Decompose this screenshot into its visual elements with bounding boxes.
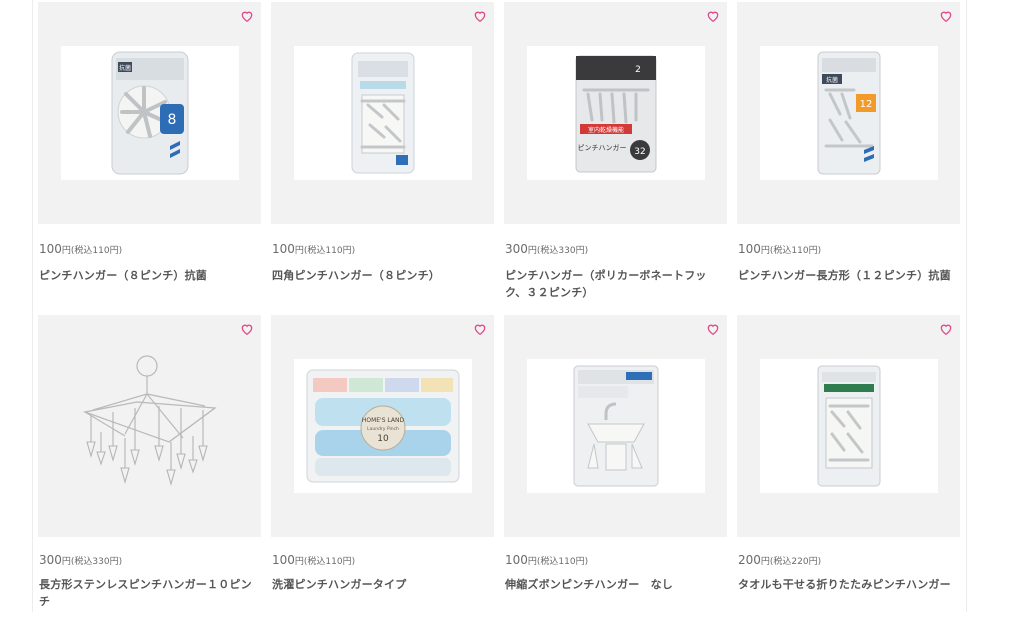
product-image-area[interactable] — [737, 315, 960, 537]
price-tax-included: (税込330円) — [536, 246, 589, 256]
pkg-brand-text: HOME'S LAND — [361, 417, 404, 424]
favorite-heart-icon[interactable] — [473, 9, 487, 23]
product-image-area[interactable]: 抗菌 8 — [38, 2, 261, 224]
price-yen: 円 — [760, 246, 770, 256]
product-package-image: HOME'S LAND Laundry Pinch 10 — [306, 369, 459, 483]
product-card[interactable]: 100円(税込110円) 伸縮ズボンピンチハンガー なし — [504, 312, 727, 624]
price-yen: 円 — [61, 557, 71, 567]
product-image-area[interactable] — [504, 315, 727, 537]
favorite-heart-icon[interactable] — [706, 322, 720, 336]
product-card[interactable]: 300円(税込330円) 長方形ステンレスピンチハンガー１０ピンチ — [38, 312, 261, 624]
price-tax-included: (税込110円) — [769, 246, 822, 256]
pkg-band-text: 室内乾燥機能 — [587, 126, 623, 134]
favorite-heart-icon[interactable] — [939, 9, 953, 23]
price-amount: 100 — [39, 242, 62, 256]
price-tax-included: (税込110円) — [303, 557, 356, 567]
product-card[interactable]: 抗菌 8 100円(税込110円) ピンチハンガー（８ピンチ）抗菌 — [38, 0, 261, 312]
pkg-count-text: 12 — [859, 99, 872, 110]
price-yen: 円 — [760, 557, 770, 567]
product-image[interactable] — [759, 359, 938, 493]
price-yen: 円 — [294, 557, 304, 567]
product-image[interactable] — [293, 46, 472, 180]
product-package-image: 抗菌 8 — [111, 51, 188, 175]
product-card[interactable]: 100円(税込110円) 四角ピンチハンガー（８ピンチ） — [271, 0, 494, 312]
price-tax-included: (税込220円) — [769, 557, 822, 567]
price-yen: 円 — [61, 246, 71, 256]
product-name[interactable]: 長方形ステンレスピンチハンガー１０ピンチ — [39, 576, 261, 610]
product-package-image — [573, 365, 658, 487]
product-image-area[interactable]: 抗菌 12 — [737, 2, 960, 224]
pkg-badge-text: 抗菌 — [118, 64, 130, 72]
pkg-count-text: 32 — [634, 147, 645, 157]
price-yen: 円 — [527, 557, 537, 567]
product-image-area[interactable]: HOME'S LAND Laundry Pinch 10 — [271, 315, 494, 537]
product-card[interactable]: 2 室内乾燥機能 ピンチハンガー 32 300円(税込330円) ピンチハンガー… — [504, 0, 727, 312]
product-image[interactable] — [526, 359, 705, 493]
pkg-count-text: 10 — [377, 434, 389, 444]
favorite-heart-icon[interactable] — [240, 9, 254, 23]
product-name[interactable]: ピンチハンガー（８ピンチ）抗菌 — [39, 267, 261, 284]
product-name[interactable]: ピンチハンガー（ポリカーボネートフック、３２ピンチ） — [505, 267, 727, 301]
price-tax-included: (税込110円) — [536, 557, 589, 567]
favorite-heart-icon[interactable] — [240, 322, 254, 336]
favorite-heart-icon[interactable] — [473, 322, 487, 336]
product-price: 100円(税込110円) — [272, 242, 494, 258]
svg-text:2: 2 — [635, 65, 641, 75]
product-image[interactable]: HOME'S LAND Laundry Pinch 10 — [293, 359, 472, 493]
favorite-heart-icon[interactable] — [939, 322, 953, 336]
product-price: 300円(税込330円) — [39, 553, 261, 569]
product-grid: 抗菌 8 100円(税込110円) ピンチハンガー（８ピンチ）抗菌 100円(税… — [38, 0, 961, 624]
product-name[interactable]: 伸縮ズボンピンチハンガー なし — [505, 576, 727, 593]
price-amount: 100 — [738, 242, 761, 256]
price-amount: 300 — [39, 553, 62, 567]
product-price: 100円(税込110円) — [272, 553, 494, 569]
price-tax-included: (税込110円) — [70, 246, 123, 256]
product-price: 200円(税込220円) — [738, 553, 960, 569]
price-amount: 100 — [272, 553, 295, 567]
price-yen: 円 — [527, 246, 537, 256]
product-name[interactable]: ピンチハンガー長方形（１２ピンチ）抗菌 — [738, 267, 960, 284]
product-package-image — [817, 365, 880, 487]
product-package-image: 抗菌 12 — [817, 51, 880, 175]
product-image-area[interactable] — [38, 315, 261, 537]
favorite-heart-icon[interactable] — [706, 9, 720, 23]
product-package-image — [351, 52, 414, 174]
product-image-area[interactable]: 2 室内乾燥機能 ピンチハンガー 32 — [504, 2, 727, 224]
product-name[interactable]: 洗濯ピンチハンガータイプ — [272, 576, 494, 593]
price-yen: 円 — [294, 246, 304, 256]
price-amount: 300 — [505, 242, 528, 256]
product-image[interactable]: 抗菌 8 — [60, 46, 239, 180]
price-amount: 100 — [272, 242, 295, 256]
product-image-area[interactable] — [271, 2, 494, 224]
product-price: 100円(税込110円) — [39, 242, 261, 258]
product-name[interactable]: タオルも干せる折りたたみピンチハンガー — [738, 576, 960, 593]
product-image[interactable]: 抗菌 12 — [759, 46, 938, 180]
product-name[interactable]: 四角ピンチハンガー（８ピンチ） — [272, 267, 494, 284]
product-card[interactable]: 200円(税込220円) タオルも干せる折りたたみピンチハンガー — [737, 312, 960, 624]
pkg-badge-text: 抗菌 — [825, 76, 837, 84]
pkg-label-text: ピンチハンガー — [577, 143, 626, 152]
price-tax-included: (税込330円) — [70, 557, 123, 567]
product-image[interactable] — [38, 315, 261, 537]
product-image[interactable]: 2 室内乾燥機能 ピンチハンガー 32 — [526, 46, 705, 180]
pkg-sub-text: Laundry Pinch — [367, 426, 399, 432]
product-package-image: 2 室内乾燥機能 ピンチハンガー 32 — [575, 55, 656, 173]
product-card[interactable]: HOME'S LAND Laundry Pinch 10 100円(税込110円… — [271, 312, 494, 624]
product-package-image — [82, 355, 217, 487]
pkg-count-text: 8 — [167, 112, 176, 128]
product-price: 100円(税込110円) — [738, 242, 960, 258]
price-amount: 200 — [738, 553, 761, 567]
product-card[interactable]: 抗菌 12 100円(税込110円) ピンチハンガー長方形（１２ピンチ）抗菌 — [737, 0, 960, 312]
price-amount: 100 — [505, 553, 528, 567]
product-price: 300円(税込330円) — [505, 242, 727, 258]
product-price: 100円(税込110円) — [505, 553, 727, 569]
price-tax-included: (税込110円) — [303, 246, 356, 256]
